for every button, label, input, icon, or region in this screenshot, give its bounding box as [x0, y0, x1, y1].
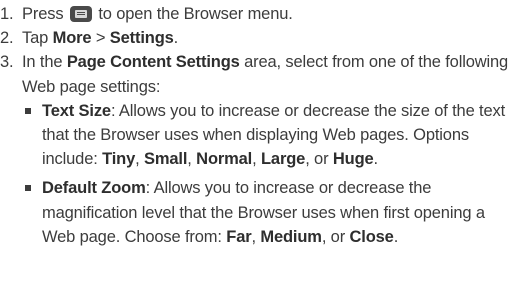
separator: ,	[135, 150, 145, 169]
separator: ,	[252, 150, 261, 169]
list-item: Default Zoom: Allows you to increase or …	[22, 176, 514, 249]
separator: .	[393, 227, 399, 246]
step-1: 1. Press to open the Browser menu.	[0, 2, 520, 26]
list-item: Text Size: Allows you to increase or dec…	[22, 99, 514, 172]
step-text: to open the Browser menu.	[98, 5, 293, 23]
setting-title: Text Size	[42, 101, 111, 120]
option: Tiny	[102, 150, 136, 169]
menu-item-settings: Settings	[109, 29, 174, 48]
option: Far	[226, 227, 252, 246]
option: Huge	[332, 150, 374, 169]
option: Close	[349, 227, 394, 246]
option: Medium	[260, 227, 322, 246]
menu-item-more: More	[52, 29, 92, 48]
option: Normal	[196, 150, 253, 169]
step-text: .	[173, 29, 179, 48]
option: Small	[144, 150, 188, 169]
step-number: 2.	[0, 29, 14, 48]
option: Large	[261, 150, 306, 169]
section-name: Page Content Settings	[66, 53, 240, 72]
separator: ,	[187, 150, 197, 169]
step-3: 3. In the Page Content Settings area, sel…	[0, 50, 520, 249]
menu-key-icon	[69, 6, 92, 22]
instructions-page: 1. Press to open the Browser menu. 2. Tap…	[0, 0, 520, 291]
setting-title: Default Zoom	[42, 179, 146, 198]
step-text: Tap	[22, 29, 53, 48]
bullet-square-icon	[25, 107, 31, 114]
settings-list: Text Size: Allows you to increase or dec…	[22, 99, 514, 249]
separator: .	[373, 150, 379, 169]
step-text: >	[91, 29, 110, 48]
step-number: 1.	[0, 5, 14, 23]
step-text: In the	[22, 53, 67, 72]
step-text: Press	[22, 5, 68, 23]
step-2: 2. Tap More > Settings.	[0, 26, 520, 50]
separator: , or	[321, 227, 350, 246]
step-number: 3.	[0, 53, 14, 72]
separator: , or	[305, 150, 333, 169]
bullet-square-icon	[25, 185, 31, 192]
